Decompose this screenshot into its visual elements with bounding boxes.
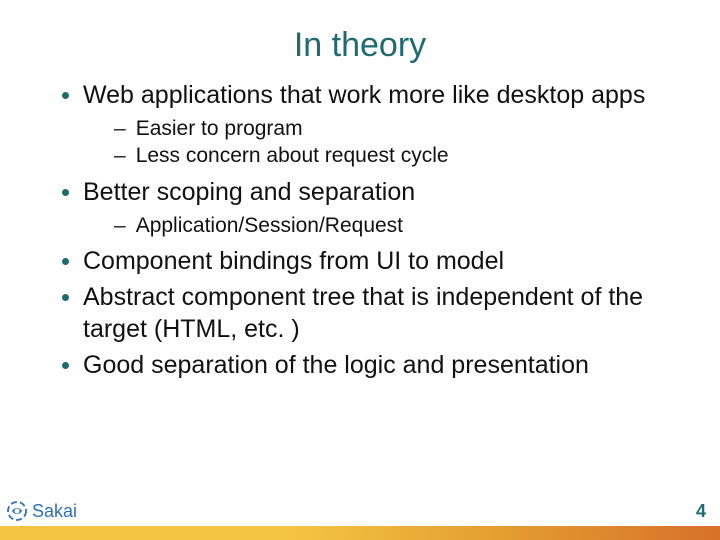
sublist-item-text: Less concern about request cycle bbox=[136, 142, 449, 169]
logo-text: Sakai bbox=[32, 501, 77, 522]
logo-icon bbox=[6, 500, 28, 522]
sublist-item: – Less concern about request cycle bbox=[114, 142, 672, 169]
bullet-icon bbox=[62, 294, 69, 301]
bullet-icon bbox=[62, 258, 69, 265]
bullet-icon bbox=[62, 362, 69, 369]
list-item-text: Web applications that work more like des… bbox=[83, 79, 645, 111]
list-item: Component bindings from UI to model bbox=[62, 245, 672, 277]
sublist: – Easier to program – Less concern about… bbox=[62, 115, 672, 170]
page-number: 4 bbox=[696, 501, 706, 522]
sublist-item: – Easier to program bbox=[114, 115, 672, 142]
logo: Sakai bbox=[6, 500, 77, 522]
footer-band bbox=[0, 526, 720, 540]
dash-icon: – bbox=[114, 115, 126, 142]
bullet-icon bbox=[62, 92, 69, 99]
list-item: Better scoping and separation – Applicat… bbox=[62, 176, 672, 239]
list-item: Web applications that work more like des… bbox=[62, 79, 672, 170]
bullet-icon bbox=[62, 189, 69, 196]
list-item-text: Abstract component tree that is independ… bbox=[83, 281, 672, 345]
slide-title: In theory bbox=[0, 0, 720, 79]
list-item-text: Component bindings from UI to model bbox=[83, 245, 504, 277]
bullet-list: Web applications that work more like des… bbox=[0, 79, 720, 381]
dash-icon: – bbox=[114, 142, 126, 169]
dash-icon: – bbox=[114, 212, 126, 239]
list-item: Abstract component tree that is independ… bbox=[62, 281, 672, 345]
sublist-item-text: Application/Session/Request bbox=[136, 212, 403, 239]
sublist-item-text: Easier to program bbox=[136, 115, 303, 142]
list-item-text: Better scoping and separation bbox=[83, 176, 415, 208]
slide: In theory Web applications that work mor… bbox=[0, 0, 720, 540]
list-item: Good separation of the logic and present… bbox=[62, 349, 672, 381]
list-item-text: Good separation of the logic and present… bbox=[83, 349, 589, 381]
sublist-item: – Application/Session/Request bbox=[114, 212, 672, 239]
sublist: – Application/Session/Request bbox=[62, 212, 672, 239]
